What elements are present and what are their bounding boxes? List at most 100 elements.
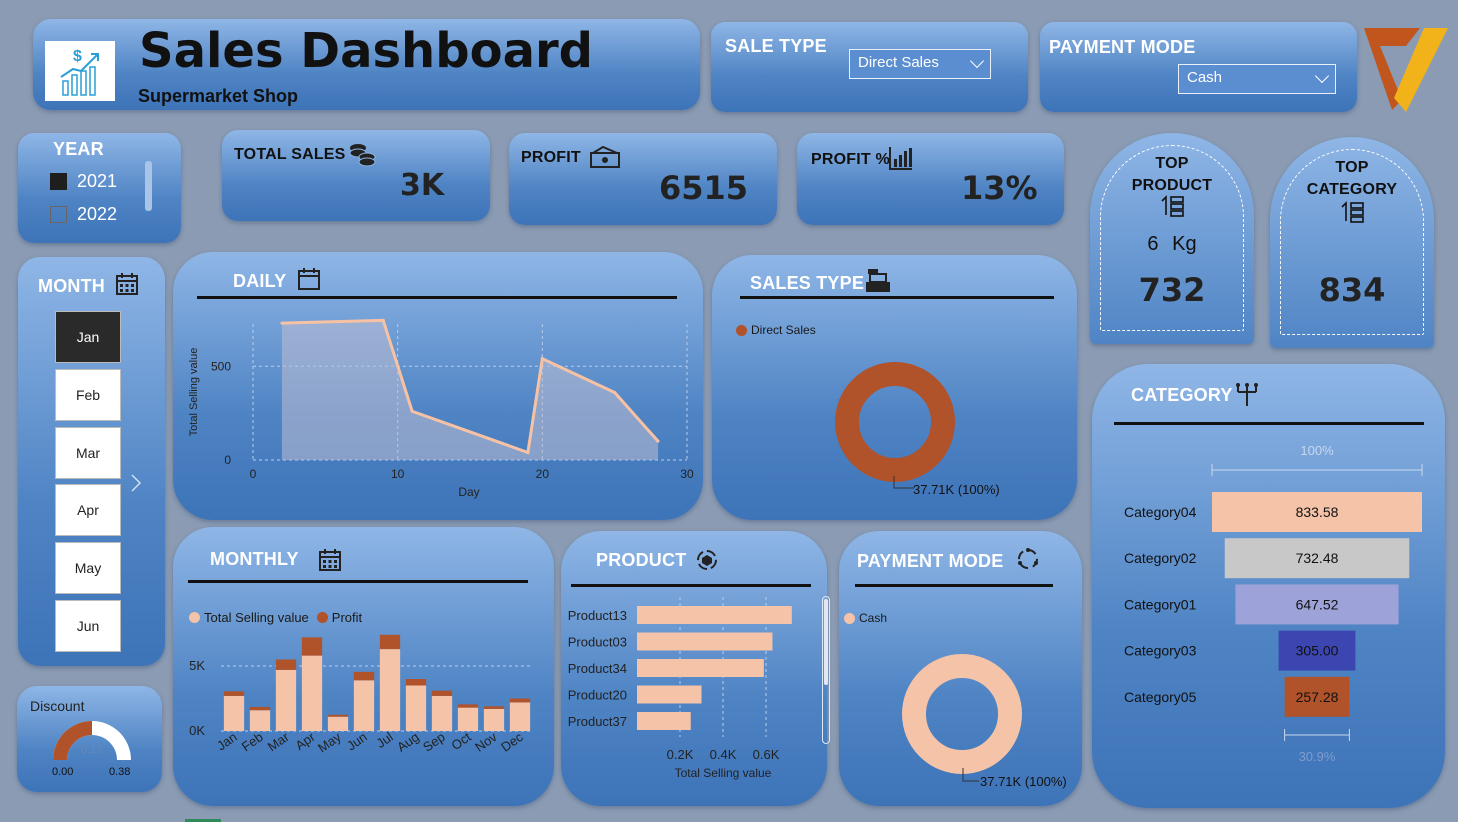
profit-pct-value: 13% — [961, 169, 1038, 207]
total-sales-card: TOTAL SALES 3K — [222, 130, 490, 221]
bar-profit-jun — [353, 671, 375, 681]
profit-pct-card: PROFIT % 13% — [797, 133, 1064, 225]
data-point — [613, 391, 617, 394]
brand-logo — [1364, 28, 1448, 112]
bar-profit-jul — [379, 634, 401, 650]
top-category-value: 834 — [1318, 271, 1386, 309]
x-tick-label: Dec — [498, 729, 526, 755]
top-product-label-1: TOP — [1155, 155, 1189, 172]
total-sales-value: 3K — [400, 168, 445, 203]
sale-type-filter-label: SALE TYPE — [725, 36, 827, 56]
bar-profit-aug — [405, 679, 427, 686]
payment-mode-legend: Cash — [844, 611, 887, 625]
svg-text:$: $ — [73, 48, 82, 65]
payment-mode-donut — [902, 654, 1022, 782]
bar-profit-oct — [457, 704, 479, 708]
discount-card: Discount 0.19 0.00 0.38 — [17, 686, 162, 792]
header-card: $ Sales Dashboard Supermarket Shop — [33, 19, 700, 110]
chevron-right-icon[interactable] — [130, 473, 142, 493]
y-tick-label: Category02 — [1124, 550, 1197, 566]
bar-total-selling-jan — [223, 695, 245, 731]
category-chart-card: CATEGORY 100% Category04 833.58 Category02 7… — [1092, 364, 1445, 808]
sale-type-dropdown-value: Direct Sales — [858, 54, 939, 71]
area-fill — [281, 320, 659, 460]
top-product-value: 732 — [1138, 271, 1206, 309]
top-product-card: TOP PRODUCT 6 Kg 732 — [1090, 133, 1254, 344]
discount-max: 0.38 — [109, 766, 131, 778]
month-item-feb[interactable]: Feb — [55, 369, 121, 421]
page-subtitle: Supermarket Shop — [138, 86, 299, 106]
bar-product37 — [637, 712, 691, 730]
x-tick-label: Mar — [265, 729, 292, 755]
coins-icon — [349, 144, 376, 167]
bar-profit-sep — [431, 690, 453, 696]
bar-total-selling-aug — [405, 685, 427, 731]
year-slicer-card: YEAR 2021 2022 — [18, 133, 181, 243]
x-tick-label: 10 — [391, 467, 405, 481]
y-tick-label: Product13 — [568, 608, 627, 623]
month-item-mar[interactable]: Mar — [55, 427, 121, 479]
chart-growth-icon: $ — [60, 48, 99, 96]
data-label: 305.00 — [1296, 643, 1339, 659]
bar-total-selling-dec — [509, 702, 531, 731]
sort-icon — [1341, 201, 1364, 223]
y-tick-label: Category05 — [1124, 689, 1197, 705]
top-product-label-2: PRODUCT — [1131, 177, 1213, 194]
category-funnel-chart: 100% Category04 833.58 Category02 732.48 Cate… — [1124, 443, 1423, 764]
month-item-may[interactable]: May — [55, 542, 121, 594]
profit-value: 6515 — [659, 169, 749, 207]
checkbox-empty-icon — [50, 206, 67, 223]
discount-label: Discount — [30, 698, 85, 714]
y-tick-label: Category03 — [1124, 643, 1197, 659]
month-item-jan[interactable]: Jan — [55, 311, 121, 363]
calendar-icon — [116, 273, 138, 295]
x-tick-label: 0.2K — [667, 747, 694, 762]
payment-mode-dropdown-value: Cash — [1187, 69, 1223, 86]
x-tick-label: 0 — [250, 467, 257, 481]
funnel-bottom-label: 30.9% — [1299, 749, 1336, 764]
sales-type-title-underline — [740, 296, 1054, 299]
payment-mode-chart-card: PAYMENT MODE Cash 37.71K (100%) — [839, 531, 1082, 806]
donut-slice-direct-sales — [835, 362, 955, 482]
profit-pct-label: PROFIT % — [811, 151, 890, 168]
payment-mode-filter-card: PAYMENT MODE Cash — [1040, 22, 1357, 112]
y-tick-label: Product34 — [568, 661, 627, 676]
data-point — [526, 451, 530, 454]
sales-type-chart-title: SALES TYPE — [750, 273, 865, 293]
product-scrollbar[interactable] — [822, 596, 830, 744]
y-tick-label: 500 — [211, 359, 231, 373]
x-axis-label: Day — [458, 485, 479, 499]
bar-profit-dec — [509, 698, 531, 703]
sale-type-dropdown[interactable]: Direct Sales — [849, 49, 991, 79]
checkbox-checked-icon — [50, 173, 67, 190]
bar-total-selling-mar — [275, 669, 297, 731]
x-tick-label: Jan — [214, 729, 240, 753]
y-tick-label: Product37 — [568, 714, 627, 729]
month-slicer-card: MONTH Jan Feb Mar Apr May Jun — [18, 257, 165, 666]
sale-type-filter-card: SALE TYPE Direct Sales — [711, 22, 1028, 112]
year-option-2022[interactable]: 2022 — [50, 204, 117, 225]
bar-total-selling-sep — [431, 695, 453, 731]
bar-total-selling-may — [327, 716, 349, 731]
discount-gauge — [53, 721, 131, 760]
legend-label: Cash — [859, 611, 888, 625]
year-scrollbar[interactable] — [145, 161, 152, 211]
bar-total-selling-jun — [353, 680, 375, 731]
payment-mode-donut-label: 37.71K (100%) — [980, 774, 1067, 789]
x-tick-label: Jul — [373, 729, 395, 751]
year-slicer-label: YEAR — [53, 139, 104, 159]
bar-profit-may — [327, 714, 349, 717]
sales-type-donut-label: 37.71K (100%) — [913, 482, 1000, 497]
dashboard-logo: $ — [45, 41, 115, 101]
year-option-2021[interactable]: 2021 — [50, 171, 117, 192]
monthly-bar-chart: 5K 0K Jan Feb Mar AprMay Jun JulAugSep OctNovDec — [189, 634, 533, 756]
payment-mode-dropdown[interactable]: Cash — [1178, 64, 1336, 94]
month-item-jun[interactable]: Jun — [55, 600, 121, 652]
top-category-card: TOP CATEGORY 834 — [1270, 137, 1434, 348]
sales-type-donut — [835, 362, 955, 489]
y-tick-label: Product03 — [568, 635, 627, 650]
month-item-apr[interactable]: Apr — [55, 484, 121, 536]
x-tick-label: 30 — [680, 467, 694, 481]
product-scrollbar-thumb[interactable] — [824, 599, 828, 685]
x-tick-label: 0.6K — [753, 747, 780, 762]
